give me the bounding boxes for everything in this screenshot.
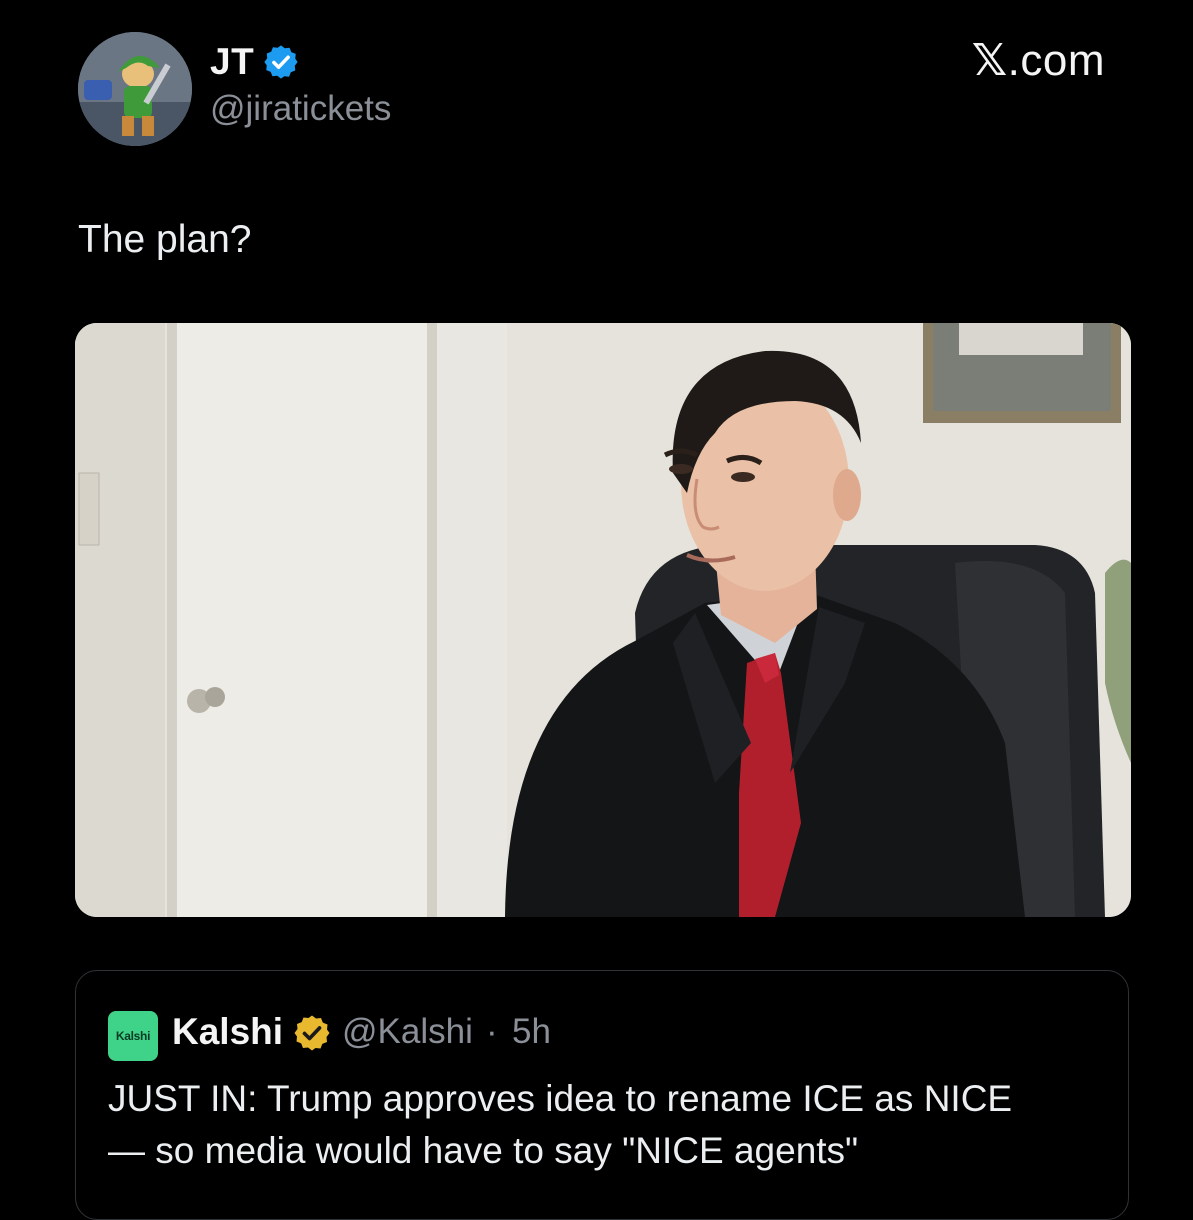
author-name[interactable]: JT (210, 40, 254, 84)
tweet-media[interactable] (75, 323, 1131, 917)
quote-text: JUST IN: Trump approves idea to rename I… (108, 1073, 1108, 1177)
verified-gold-badge-icon (294, 1015, 330, 1051)
media-photo (75, 323, 1131, 917)
kalshi-logo: Kalshi (108, 1011, 158, 1061)
quote-author-handle[interactable]: @Kalshi (342, 1009, 473, 1055)
author-handle[interactable]: @jiratickets (210, 87, 391, 131)
avatar-image (78, 32, 192, 146)
quote-text-line: — so media would have to say "NICE agent… (108, 1130, 859, 1171)
site-domain: .com (1007, 36, 1105, 85)
tweet-text: The plan? (78, 218, 252, 261)
quote-text-line: JUST IN: Trump approves idea to rename I… (108, 1078, 1013, 1119)
x-logo-icon: 𝕏 (971, 35, 1008, 86)
site-label: 𝕏.com (972, 36, 1105, 86)
verified-badge-icon (264, 45, 298, 79)
quoted-tweet[interactable]: Kalshi Kalshi @Kalshi · 5h JUST IN: Trum… (75, 970, 1129, 1220)
quote-timestamp[interactable]: 5h (512, 1009, 551, 1055)
quote-separator: · (486, 1012, 498, 1051)
author-avatar[interactable] (78, 32, 192, 146)
quote-author-name[interactable]: Kalshi (172, 1009, 283, 1055)
